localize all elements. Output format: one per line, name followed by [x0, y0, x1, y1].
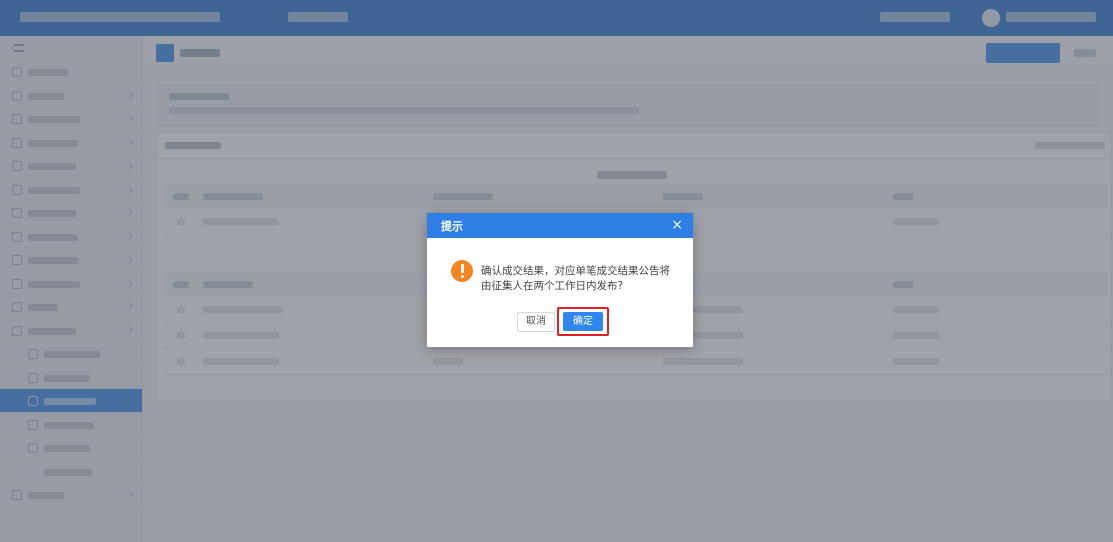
confirm-dialog: 提示 × 确认成交结果，对应单笔成交结果公告将由征集人在两个工作日内发布? 取消… — [427, 213, 693, 347]
close-icon[interactable]: × — [671, 216, 683, 234]
cancel-button[interactable]: 取消 — [517, 312, 555, 332]
warning-icon — [451, 260, 473, 282]
dialog-message: 确认成交结果，对应单笔成交结果公告将由征集人在两个工作日内发布? — [481, 265, 670, 292]
dialog-title: 提示 — [441, 220, 463, 233]
dialog-body: 确认成交结果，对应单笔成交结果公告将由征集人在两个工作日内发布? — [427, 238, 693, 302]
confirm-highlight-box: 确定 — [557, 307, 609, 336]
confirm-button[interactable]: 确定 — [563, 312, 603, 331]
dialog-header: 提示 × — [427, 213, 693, 238]
dialog-footer: 取消 确定 — [427, 302, 693, 347]
